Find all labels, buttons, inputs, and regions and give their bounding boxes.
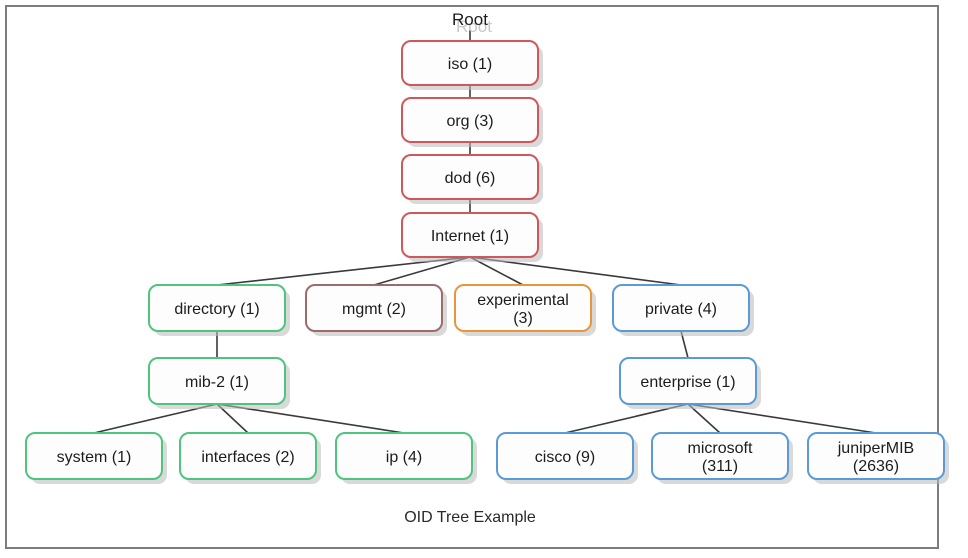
node-label-microsoft: (311) xyxy=(702,458,738,475)
node-label-mgmt: mgmt (2) xyxy=(342,301,406,318)
oid-tree-svg: iso (1) org (3) dod (6) Internet (1) directo… xyxy=(25,10,949,526)
node-mib2[interactable]: mib-2 (1) xyxy=(148,357,290,409)
node-label-experimental: (3) xyxy=(513,310,533,327)
node-label-org: org (3) xyxy=(446,113,493,130)
node-label-iso: iso (1) xyxy=(448,56,492,73)
node-label-mib2: mib-2 (1) xyxy=(185,374,249,391)
node-microsoft[interactable]: microsoft(311) xyxy=(651,432,793,484)
node-label-interfaces: interfaces (2) xyxy=(201,449,294,466)
node-label-directory: directory (1) xyxy=(174,301,259,318)
nodes-layer: iso (1) org (3) dod (6) Internet (1) directo… xyxy=(25,40,949,484)
node-label-private: private (4) xyxy=(645,301,717,318)
node-label-junipermib: (2636) xyxy=(853,458,899,475)
node-directory[interactable]: directory (1) xyxy=(148,284,290,336)
node-system[interactable]: system (1) xyxy=(25,432,167,484)
node-label-system: system (1) xyxy=(57,449,132,466)
node-label-internet: Internet (1) xyxy=(431,228,509,245)
node-label-enterprise: enterprise (1) xyxy=(640,374,735,391)
node-experimental[interactable]: experimental(3) xyxy=(454,284,596,336)
root-layer: Root Root xyxy=(452,10,492,36)
node-iso[interactable]: iso (1) xyxy=(401,40,543,90)
node-label-dod: dod (6) xyxy=(445,170,496,187)
node-ip[interactable]: ip (4) xyxy=(335,432,477,484)
node-interfaces[interactable]: interfaces (2) xyxy=(179,432,321,484)
node-enterprise[interactable]: enterprise (1) xyxy=(619,357,761,409)
node-label-microsoft: microsoft xyxy=(688,440,753,457)
diagram-caption: OID Tree Example xyxy=(404,509,536,526)
node-dod[interactable]: dod (6) xyxy=(401,154,543,204)
node-internet[interactable]: Internet (1) xyxy=(401,212,543,262)
node-private[interactable]: private (4) xyxy=(612,284,754,336)
node-label-cisco: cisco (9) xyxy=(535,449,595,466)
node-label-ip: ip (4) xyxy=(386,449,422,466)
node-label-experimental: experimental xyxy=(477,292,569,309)
node-label-junipermib: juniperMIB xyxy=(837,440,914,457)
node-junipermib[interactable]: juniperMIB(2636) xyxy=(807,432,949,484)
root-label: Root xyxy=(452,10,488,29)
node-org[interactable]: org (3) xyxy=(401,97,543,147)
node-mgmt[interactable]: mgmt (2) xyxy=(305,284,447,336)
diagram-canvas: iso (1) org (3) dod (6) Internet (1) directo… xyxy=(0,0,968,558)
node-cisco[interactable]: cisco (9) xyxy=(496,432,638,484)
